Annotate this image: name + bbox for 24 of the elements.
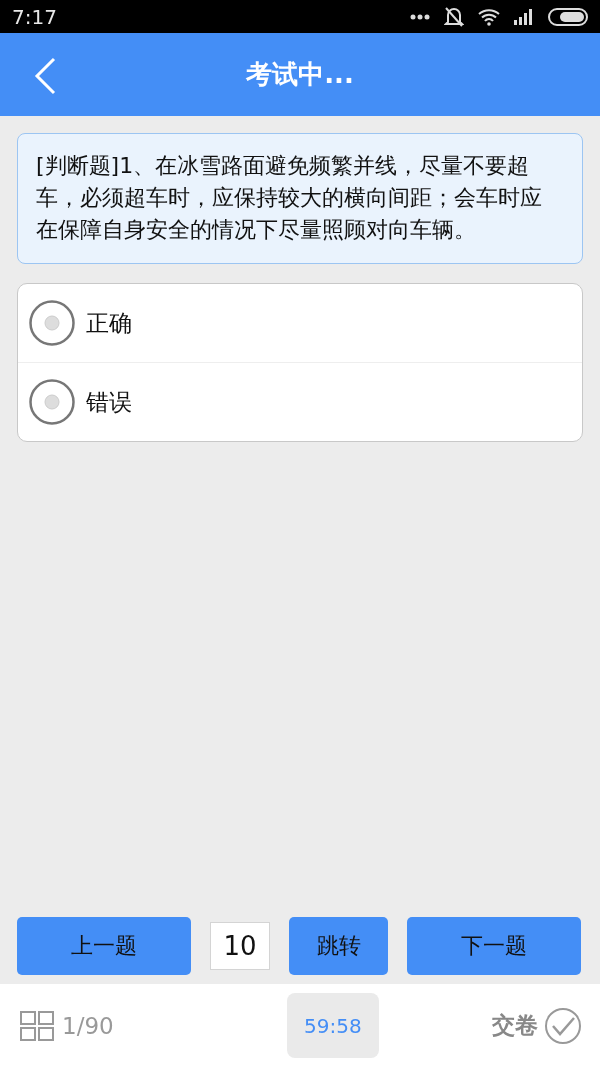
previous-button[interactable]: 上一题 [17, 917, 191, 975]
question-number-field[interactable]: 10 [210, 922, 270, 970]
jump-button[interactable]: 跳转 [289, 917, 388, 975]
timer: 59:58 [286, 993, 379, 1058]
progress-count: 1/90 [62, 1012, 114, 1039]
header-title: 考试中... [246, 58, 354, 91]
more-icon [410, 13, 430, 20]
radio-button[interactable] [28, 299, 76, 347]
signal-icon [514, 8, 534, 25]
grid-icon[interactable] [20, 1010, 54, 1041]
radio-button[interactable] [28, 378, 76, 426]
option-label: 正确 [86, 308, 132, 338]
answer-option[interactable]: 正确 [18, 284, 582, 362]
back-icon[interactable] [34, 57, 56, 95]
wifi-icon [478, 7, 500, 26]
muted-bell-icon [444, 5, 464, 28]
status-time: 7:17 [12, 4, 57, 29]
check-circle-icon [544, 1006, 582, 1045]
option-label: 错误 [86, 387, 132, 417]
question-text: [判断题]1、在冰雪路面避免频繁并线，尽量不要超车，必须超车时，应保持较大的横向间距；会车时应在保障自身安全的情况下尽量照顾对向车辆。 [17, 133, 583, 264]
answer-option[interactable]: 错误 [18, 362, 582, 441]
battery-icon [548, 7, 588, 26]
submit-button[interactable]: 交卷 [492, 1006, 582, 1045]
next-button[interactable]: 下一题 [407, 917, 581, 975]
